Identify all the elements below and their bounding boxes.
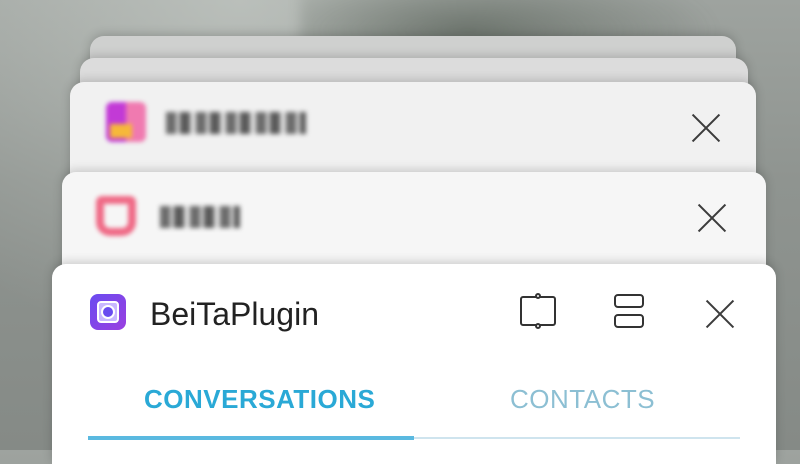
tab-indicator-track (414, 437, 740, 439)
blurred-app-icon (96, 196, 136, 236)
tab-conversations[interactable]: CONVERSATIONS (144, 384, 375, 414)
floating-window-icon[interactable] (520, 293, 556, 329)
beitaplugin-app-icon (90, 294, 126, 330)
tab-contacts[interactable]: CONTACTS (510, 384, 655, 414)
close-icon[interactable] (704, 298, 736, 330)
blurred-app-icon (106, 102, 146, 142)
blurred-app-title (160, 206, 240, 228)
app-title: BeiTaPlugin (150, 296, 319, 332)
close-icon[interactable] (690, 112, 722, 144)
split-screen-icon[interactable] (614, 294, 644, 328)
recent-card-active[interactable]: BeiTaPlugin CONVERSATIONS CONTACTS (52, 264, 776, 464)
tab-indicator-active (88, 436, 414, 440)
blurred-app-title (166, 112, 306, 134)
close-icon[interactable] (696, 202, 728, 234)
